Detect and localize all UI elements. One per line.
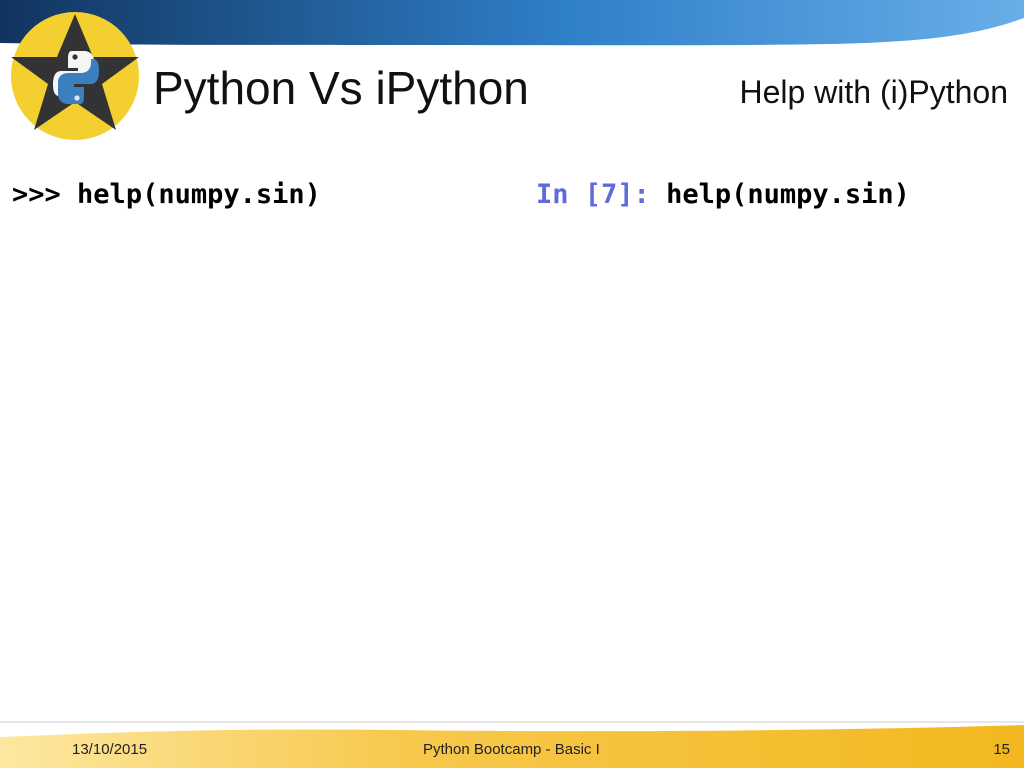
footer-date: 13/10/2015 <box>72 741 148 758</box>
header-wave <box>0 0 1024 50</box>
python-help-example: >>> help(numpy.sin) <box>12 177 321 213</box>
python-prompt: >>> <box>12 179 61 210</box>
python-star-logo-icon <box>11 12 139 140</box>
slide-title: Python Vs iPython <box>153 62 529 114</box>
slide: Python Vs iPython Help with (i)Python >>… <box>0 0 1024 768</box>
python-help-command: help(numpy.sin) <box>77 179 321 210</box>
ipython-prompt: In [7]: <box>536 179 650 210</box>
footer-course: Python Bootcamp - Basic I <box>423 741 600 758</box>
ipython-help-command: help(numpy.sin) <box>666 179 910 210</box>
page-number: 15 <box>993 741 1010 758</box>
footer-divider <box>0 721 1024 723</box>
ipython-help-example: In [7]: help(numpy.sin) <box>536 177 910 213</box>
slide-subtitle: Help with (i)Python <box>739 74 1008 110</box>
